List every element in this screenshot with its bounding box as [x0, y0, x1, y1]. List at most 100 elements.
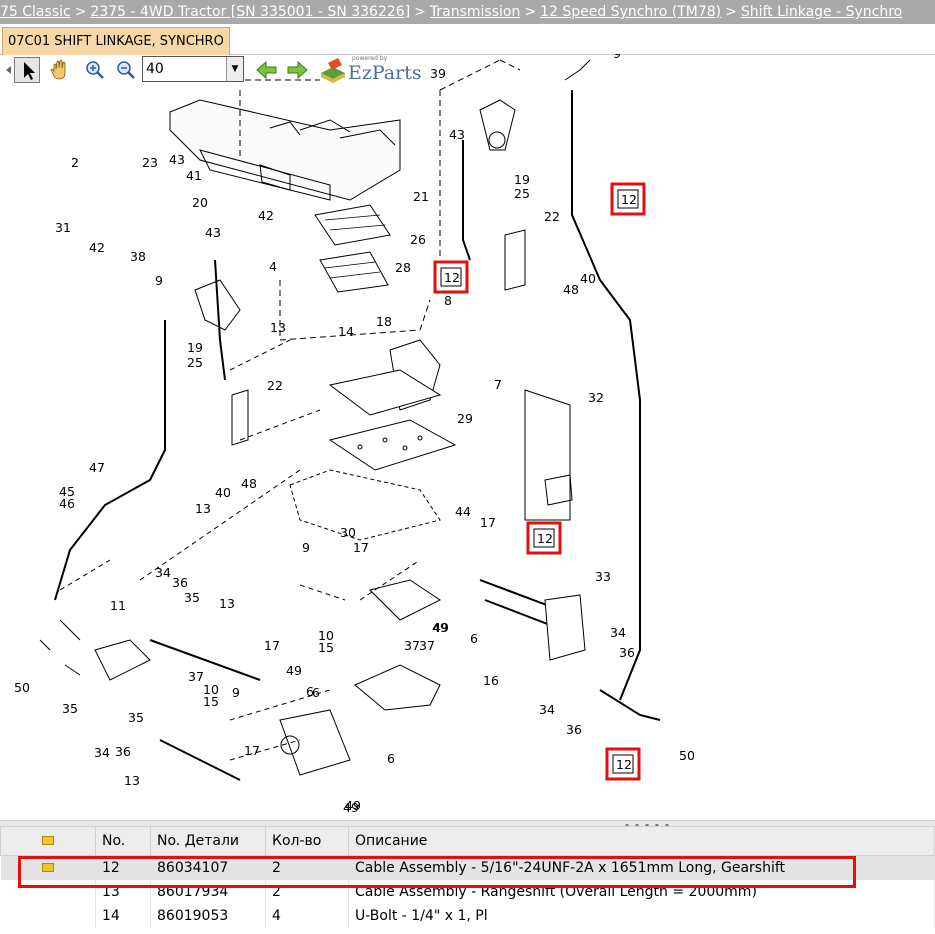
diagram-part-label[interactable]: 43	[449, 127, 465, 142]
diagram-part-label[interactable]: 34	[155, 565, 171, 580]
diagram-part-label[interactable]: 19	[514, 172, 530, 187]
diagram-part-label[interactable]: 15	[318, 640, 334, 655]
diagram-part-label[interactable]: 49	[432, 620, 448, 635]
diagram-part-label[interactable]: 38	[130, 249, 146, 264]
diagram-part-label[interactable]: 37	[404, 638, 420, 653]
diagram-part-label[interactable]: 36	[566, 722, 582, 737]
diagram-part-label[interactable]: 35	[62, 701, 78, 716]
diagram-part-label[interactable]: 2	[71, 155, 79, 170]
part-12-callout-label[interactable]: 12	[621, 192, 637, 207]
table-row[interactable]: 14 86019053 4 U-Bolt - 1/4" x 1, Pl	[0, 904, 935, 928]
diagram-part-label[interactable]: 9	[155, 273, 163, 288]
part-12-callout-label[interactable]: 12	[537, 531, 553, 546]
diagram-part-label[interactable]: 48	[241, 476, 257, 491]
diagram-part-label[interactable]: 8	[444, 293, 452, 308]
diagram-part-label[interactable]: 14	[338, 324, 354, 339]
diagram-part-label[interactable]: 22	[544, 209, 560, 224]
diagram-part-label[interactable]: 23	[142, 155, 158, 170]
zoom-select[interactable]: ▼	[142, 56, 244, 82]
parts-diagram[interactable]: 3994319252240482234341203142384243421262…	[0, 54, 935, 820]
diagram-part-label[interactable]: 42	[89, 240, 105, 255]
diagram-part-label[interactable]: 39	[430, 66, 446, 81]
zoom-in-button[interactable]	[82, 57, 108, 83]
diagram-part-label[interactable]: 44	[455, 504, 471, 519]
diagram-part-label[interactable]: 9	[302, 540, 310, 555]
chevron-down-icon[interactable]: ▼	[226, 57, 243, 81]
diagram-part-label[interactable]: 40	[215, 485, 231, 500]
diagram-part-label[interactable]: 17	[480, 515, 496, 530]
diagram-part-label[interactable]: 9	[232, 685, 240, 700]
diagram-part-label[interactable]: 13	[270, 320, 286, 335]
breadcrumb-link-tractor[interactable]: 2375 - 4WD Tractor [SN 335001 - SN 33622…	[90, 4, 410, 20]
diagram-part-label[interactable]: 16	[483, 673, 499, 688]
diagram-part-label[interactable]: 50	[679, 748, 695, 763]
splitter-grip-icon[interactable]: ▪ ▪ ▪ ▪ ▪	[625, 822, 695, 829]
diagram-part-label[interactable]: 37	[419, 638, 435, 653]
diagram-part-label[interactable]: 34	[610, 625, 626, 640]
diagram-part-label[interactable]: 35	[128, 710, 144, 725]
header-number[interactable]: No.	[95, 826, 151, 856]
diagram-part-label[interactable]: 49	[345, 798, 361, 813]
diagram-part-label[interactable]: 36	[172, 575, 188, 590]
breadcrumb-link-shift-linkage[interactable]: Shift Linkage - Synchro	[741, 4, 902, 20]
back-button[interactable]	[254, 57, 280, 83]
diagram-part-label[interactable]: 18	[376, 314, 392, 329]
diagram-part-label[interactable]: 6	[387, 751, 395, 766]
diagram-part-label[interactable]: 4	[269, 259, 277, 274]
diagram-part-label[interactable]: 25	[514, 186, 530, 201]
diagram-part-label[interactable]: 13	[195, 501, 211, 516]
diagram-part-label[interactable]: 25	[187, 355, 203, 370]
header-part-number[interactable]: No. Детали	[150, 826, 266, 856]
zoom-out-button[interactable]	[113, 57, 139, 83]
diagram-part-label[interactable]: 7	[494, 377, 502, 392]
diagram-part-label[interactable]: 42	[258, 208, 274, 223]
diagram-part-label[interactable]: 28	[395, 260, 411, 275]
diagram-part-label[interactable]: 34	[539, 702, 555, 717]
diagram-part-label[interactable]: 35	[184, 590, 200, 605]
diagram-part-label[interactable]: 15	[203, 694, 219, 709]
diagram-part-label[interactable]: 29	[457, 411, 473, 426]
diagram-part-label[interactable]: 22	[267, 378, 283, 393]
diagram-part-label[interactable]: 6	[312, 685, 320, 700]
header-flag-column[interactable]	[0, 826, 96, 856]
diagram-part-label[interactable]: 17	[264, 638, 280, 653]
diagram-part-label[interactable]: 11	[110, 598, 126, 613]
diagram-part-label[interactable]: 43	[169, 152, 185, 167]
part-12-callout-label[interactable]: 12	[616, 757, 632, 772]
diagram-part-label[interactable]: 26	[410, 232, 426, 247]
diagram-part-label[interactable]: 17	[353, 540, 369, 555]
diagram-part-label[interactable]: 13	[219, 596, 235, 611]
diagram-part-label[interactable]: 47	[89, 460, 105, 475]
breadcrumb-link-transmission[interactable]: Transmission	[430, 4, 520, 20]
pointer-tool-button[interactable]	[14, 57, 40, 83]
diagram-part-label[interactable]: 48	[563, 282, 579, 297]
diagram-part-label[interactable]: 31	[55, 220, 71, 235]
zoom-input[interactable]	[143, 57, 227, 81]
part-12-callout-label[interactable]: 12	[444, 270, 460, 285]
tab-shift-linkage[interactable]: 07C01 SHIFT LINKAGE, SYNCHRO	[2, 27, 230, 55]
diagram-part-label[interactable]: 9	[613, 54, 621, 61]
diagram-part-label[interactable]: 6	[470, 631, 478, 646]
diagram-part-label[interactable]: 32	[588, 390, 604, 405]
diagram-part-label[interactable]: 36	[115, 744, 131, 759]
diagram-part-label[interactable]: 33	[595, 569, 611, 584]
diagram-part-label[interactable]: 49	[286, 663, 302, 678]
diagram-part-label[interactable]: 20	[192, 195, 208, 210]
diagram-part-label[interactable]: 36	[619, 645, 635, 660]
breadcrumb-link-model[interactable]: 75 Classic	[0, 4, 71, 20]
diagram-part-label[interactable]: 43	[205, 225, 221, 240]
pan-tool-button[interactable]	[47, 57, 73, 83]
breadcrumb-link-synchro[interactable]: 12 Speed Synchro (TM78)	[540, 4, 721, 20]
diagram-part-label[interactable]: 30	[340, 525, 356, 540]
diagram-part-label[interactable]: 21	[413, 189, 429, 204]
diagram-part-label[interactable]: 17	[244, 743, 260, 758]
diagram-part-label[interactable]: 13	[124, 773, 140, 788]
forward-button[interactable]	[284, 57, 310, 83]
header-description[interactable]: Описание	[348, 826, 935, 856]
diagram-part-label[interactable]: 41	[186, 168, 202, 183]
diagram-part-label[interactable]: 34	[94, 745, 110, 760]
diagram-part-label[interactable]: 40	[580, 271, 596, 286]
diagram-part-label[interactable]: 50	[14, 680, 30, 695]
header-quantity[interactable]: Кол-во	[265, 826, 349, 856]
diagram-part-label[interactable]: 19	[187, 340, 203, 355]
